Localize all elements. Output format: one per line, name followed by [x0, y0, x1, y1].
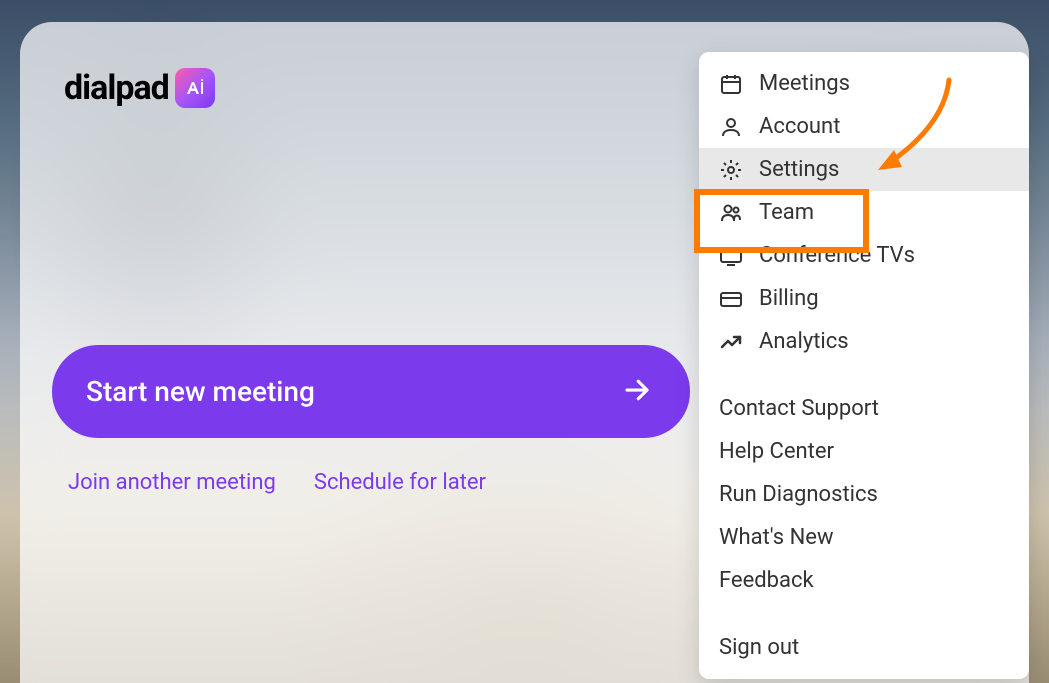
menu-item-run-diagnostics[interactable]: Run Diagnostics — [699, 473, 1029, 516]
menu-item-label: Billing — [759, 286, 819, 311]
dropdown-divider — [699, 602, 1029, 626]
monitor-icon — [719, 244, 743, 268]
start-button-label: Start new meeting — [86, 375, 315, 408]
menu-item-feedback[interactable]: Feedback — [699, 559, 1029, 602]
menu-item-sign-out[interactable]: Sign out — [699, 626, 1029, 669]
logo[interactable]: dialpad — [64, 68, 215, 108]
billing-icon — [719, 287, 743, 311]
menu-item-whats-new[interactable]: What's New — [699, 516, 1029, 559]
logo-text: dialpad — [64, 68, 169, 108]
menu-item-label: Contact Support — [719, 396, 879, 421]
menu-item-label: Help Center — [719, 439, 834, 464]
menu-item-team[interactable]: Team — [699, 191, 1029, 234]
menu-item-label: Meetings — [759, 71, 850, 96]
schedule-link[interactable]: Schedule for later — [314, 470, 486, 495]
menu-item-account[interactable]: Account — [699, 105, 1029, 148]
calendar-icon — [719, 72, 743, 96]
menu-item-conference-tvs[interactable]: Conference TVs — [699, 234, 1029, 277]
menu-item-label: Run Diagnostics — [719, 482, 878, 507]
account-icon — [719, 115, 743, 139]
join-meeting-link[interactable]: Join another meeting — [68, 470, 276, 495]
dropdown-divider — [699, 363, 1029, 387]
menu-item-label: Team — [759, 200, 814, 225]
menu-item-contact-support[interactable]: Contact Support — [699, 387, 1029, 430]
menu-item-label: Analytics — [759, 329, 849, 354]
menu-item-label: Sign out — [719, 635, 799, 660]
menu-item-help-center[interactable]: Help Center — [699, 430, 1029, 473]
logo-ai-icon — [175, 68, 215, 108]
start-meeting-button[interactable]: Start new meeting — [52, 345, 690, 438]
menu-item-billing[interactable]: Billing — [699, 277, 1029, 320]
menu-item-label: Account — [759, 114, 840, 139]
menu-item-label: Conference TVs — [759, 243, 915, 268]
menu-item-label: Settings — [759, 157, 839, 182]
menu-item-settings[interactable]: Settings — [699, 148, 1029, 191]
analytics-icon — [719, 330, 743, 354]
menu-dropdown: Meetings Account Settings — [699, 52, 1029, 679]
menu-item-meetings[interactable]: Meetings — [699, 62, 1029, 105]
menu-item-label: Feedback — [719, 568, 814, 593]
arrow-right-icon — [622, 375, 652, 409]
menu-item-label: What's New — [719, 525, 834, 550]
menu-item-analytics[interactable]: Analytics — [699, 320, 1029, 363]
team-icon — [719, 201, 743, 225]
gear-icon — [719, 158, 743, 182]
